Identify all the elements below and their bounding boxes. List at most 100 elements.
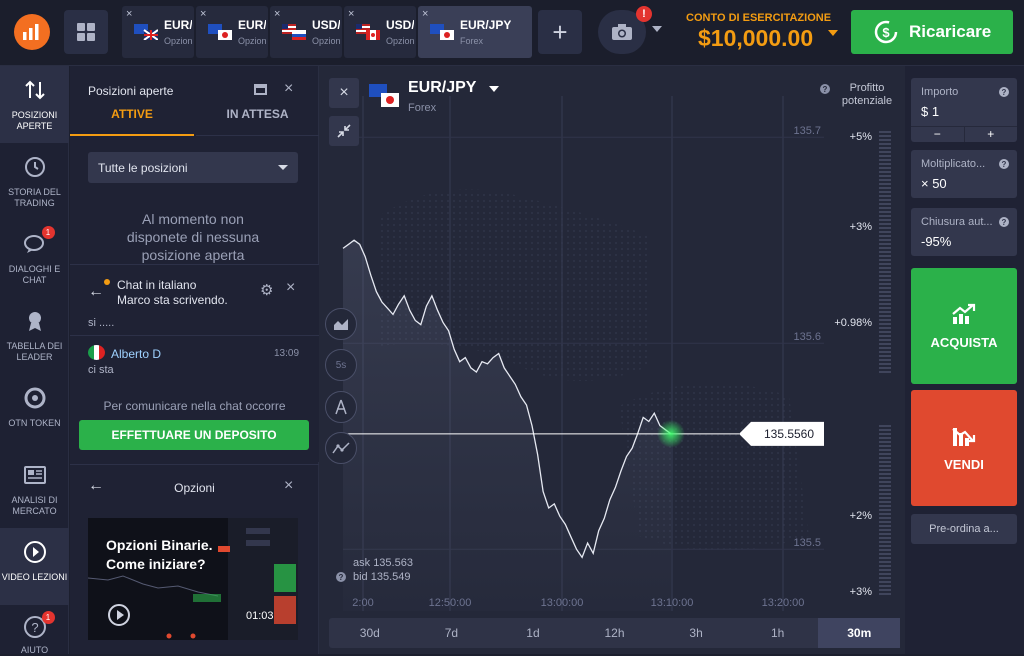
nav-label: STORIA DEL TRADING bbox=[8, 187, 61, 208]
tab-market: Forex bbox=[460, 36, 484, 46]
news-icon bbox=[21, 461, 49, 489]
nav-chat[interactable]: 1 DIALOGHI E CHAT bbox=[0, 220, 69, 297]
chat-timestamp: 13:09 bbox=[274, 348, 300, 359]
shrink-chart-button[interactable] bbox=[329, 116, 359, 146]
y-tick-label: 135.6 bbox=[793, 331, 821, 343]
chart-type-button[interactable] bbox=[325, 308, 357, 340]
play-icon[interactable] bbox=[108, 604, 130, 626]
close-chart-button[interactable]: × bbox=[329, 78, 359, 108]
nav-video-lessons[interactable]: VIDEO LEZIONI bbox=[0, 528, 69, 605]
tab-market: Opzioni bbox=[386, 36, 414, 46]
tab-market: Opzioni bbox=[312, 36, 340, 46]
nav-badge: 1 bbox=[41, 226, 55, 239]
ask-bid-readout: ask 135.563 bid 135.549 bbox=[353, 556, 413, 584]
panel-title: Posizioni aperte bbox=[88, 84, 174, 98]
multiplier-field[interactable]: Moltiplicato... ? × 50 bbox=[911, 150, 1017, 198]
video-thumbnail[interactable]: Opzioni Binarie. Come iniziare? 01:03 bbox=[88, 518, 298, 640]
drawing-tools-button[interactable] bbox=[325, 391, 357, 423]
bid-value: 135.549 bbox=[370, 571, 411, 583]
carousel-dots[interactable] bbox=[165, 632, 225, 640]
tab-close-icon[interactable]: × bbox=[422, 8, 428, 20]
compass-icon bbox=[335, 399, 347, 415]
asset-selector[interactable]: EUR/JPY bbox=[408, 79, 476, 97]
account-type-label[interactable]: CONTO DI ESERCITAZIONE bbox=[686, 12, 831, 24]
timeframe-button[interactable]: 5s bbox=[325, 349, 357, 381]
chevron-down-icon[interactable] bbox=[489, 86, 499, 92]
timeframe-30m[interactable]: 30m bbox=[818, 618, 901, 648]
decrease-button[interactable]: − bbox=[911, 127, 965, 142]
positions-filter-select[interactable]: Tutte le posizioni bbox=[88, 152, 298, 183]
timeframe-12h[interactable]: 12h bbox=[574, 618, 656, 648]
tab-market: Opzioni bbox=[164, 36, 192, 46]
account-balance[interactable]: $10,000.00 bbox=[698, 25, 813, 52]
asset-tab-eur-usd[interactable]: × EUR/USD Opzioni bbox=[122, 6, 194, 58]
close-icon[interactable]: × bbox=[286, 279, 295, 297]
close-icon[interactable]: × bbox=[284, 80, 293, 98]
chevron-down-icon bbox=[278, 165, 288, 170]
nav-open-positions[interactable]: POSIZIONI APERTE bbox=[0, 66, 69, 143]
nav-help[interactable]: ? 1 AIUTO bbox=[0, 605, 69, 655]
timeframe-7d[interactable]: 7d bbox=[411, 618, 493, 648]
nav-otn-token[interactable]: OTN TOKEN bbox=[0, 374, 69, 451]
asset-tab-eur-jpy-options[interactable]: × EUR/JPY Opzioni bbox=[196, 6, 268, 58]
trend-up-icon bbox=[952, 303, 976, 324]
help-icon[interactable]: ? bbox=[999, 87, 1009, 97]
back-arrow-icon[interactable]: ← bbox=[88, 283, 104, 301]
x-tick-label: 2:00 bbox=[352, 597, 373, 609]
buy-button[interactable]: ACQUISTA bbox=[911, 268, 1017, 384]
tab-close-icon[interactable]: × bbox=[200, 8, 206, 20]
nav-leaderboard[interactable]: TABELLA DEI LEADER bbox=[0, 297, 69, 374]
chat-username[interactable]: Alberto D bbox=[111, 347, 161, 361]
amount-value[interactable]: $ 1 bbox=[921, 104, 939, 119]
asset-tab-usd-cad[interactable]: × USD/CAD Opzioni bbox=[344, 6, 416, 58]
asset-tab-eur-jpy-forex[interactable]: × EUR/JPY Forex bbox=[418, 6, 532, 58]
help-icon: ? 1 bbox=[21, 611, 55, 639]
nav-trading-history[interactable]: STORIA DEL TRADING bbox=[0, 143, 69, 220]
timeframe-1h[interactable]: 1h bbox=[737, 618, 819, 648]
profit-tick-label: +3% bbox=[850, 221, 873, 233]
gear-icon[interactable]: ⚙ bbox=[260, 281, 273, 299]
us-ru-flag-icon bbox=[282, 24, 306, 40]
help-icon[interactable]: ? bbox=[820, 84, 830, 94]
indicators-button[interactable] bbox=[325, 432, 357, 464]
chat-room-title[interactable]: Chat in italiano bbox=[117, 278, 196, 292]
eu-jp-flag-icon bbox=[369, 84, 399, 107]
auto-close-label: Chiusura aut... bbox=[921, 216, 993, 228]
timeframe-1d[interactable]: 1d bbox=[492, 618, 574, 648]
tab-symbol: USD/CAD bbox=[386, 18, 414, 32]
help-icon[interactable]: ? bbox=[999, 159, 1009, 169]
help-icon[interactable]: ? bbox=[336, 572, 346, 582]
window-icon[interactable] bbox=[254, 84, 267, 95]
trend-down-icon bbox=[952, 427, 976, 446]
logo-icon[interactable] bbox=[14, 14, 50, 50]
nav-market-analysis[interactable]: ANALISI DI MERCATO bbox=[0, 451, 69, 528]
amount-field[interactable]: Importo ? $ 1 − + bbox=[911, 78, 1017, 142]
chat-widget: ← Chat in italiano Marco sta scrivendo. … bbox=[70, 264, 319, 462]
deposit-button[interactable]: $ Ricaricare bbox=[851, 10, 1013, 54]
help-icon[interactable]: ? bbox=[999, 217, 1009, 227]
make-deposit-button[interactable]: EFFETTUARE UN DEPOSITO bbox=[79, 420, 309, 450]
current-price-label: 135.5560 bbox=[764, 427, 814, 441]
tab-active[interactable]: ATTIVE bbox=[70, 106, 194, 136]
timeframe-3h[interactable]: 3h bbox=[655, 618, 737, 648]
italy-flag-icon bbox=[88, 345, 105, 360]
increase-button[interactable]: + bbox=[965, 127, 1018, 142]
sell-button[interactable]: VENDI bbox=[911, 390, 1017, 506]
tab-close-icon[interactable]: × bbox=[126, 8, 132, 20]
tab-close-icon[interactable]: × bbox=[274, 8, 280, 20]
chevron-down-icon[interactable] bbox=[652, 26, 662, 32]
preorder-button[interactable]: Pre-ordina a... bbox=[911, 514, 1017, 544]
tab-pending[interactable]: IN ATTESA bbox=[196, 106, 319, 136]
timeframe-30d[interactable]: 30d bbox=[329, 618, 411, 648]
x-tick-label: 12:50:00 bbox=[429, 597, 472, 609]
auto-close-field[interactable]: Chiusura aut... ? -95% bbox=[911, 208, 1017, 256]
tab-close-icon[interactable]: × bbox=[348, 8, 354, 20]
tab-symbol: USD/RUB bbox=[312, 18, 340, 32]
add-tab-button[interactable]: + bbox=[538, 10, 582, 54]
grid-menu-button[interactable] bbox=[64, 10, 108, 54]
close-icon[interactable]: × bbox=[284, 477, 293, 495]
shrink-icon bbox=[337, 124, 351, 138]
x-tick-label: 13:10:00 bbox=[651, 597, 694, 609]
asset-tab-usd-rub[interactable]: × USD/RUB Opzioni bbox=[270, 6, 342, 58]
chevron-down-icon[interactable] bbox=[828, 30, 838, 36]
